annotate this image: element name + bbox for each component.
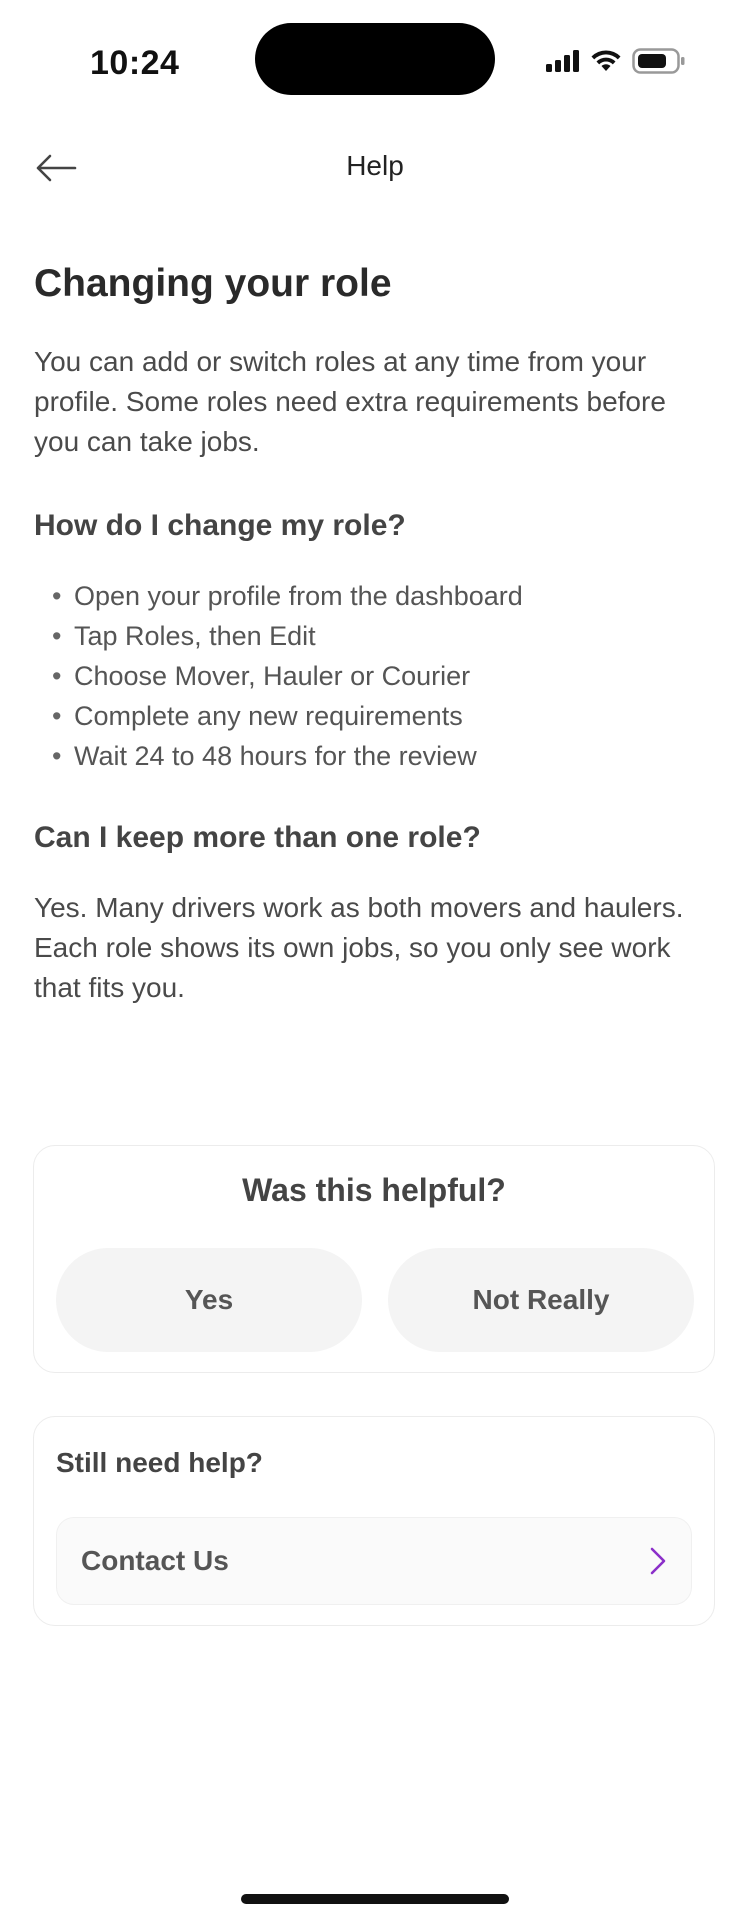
list-item: Open your profile from the dashboard xyxy=(52,576,718,616)
not-really-button[interactable]: Not Really xyxy=(388,1248,694,1352)
help-article: Changing your role You can add or switch… xyxy=(34,260,718,1008)
help-card-title: Still need help? xyxy=(56,1447,263,1478)
still-need-help-card: Still need help? Contact Us xyxy=(33,1416,715,1626)
dynamic-island xyxy=(255,23,495,95)
battery-icon xyxy=(632,48,685,74)
page-title: Help xyxy=(346,150,404,181)
contact-us-button[interactable]: Contact Us xyxy=(56,1517,692,1605)
list-item: Wait 24 to 48 hours for the review xyxy=(52,736,718,776)
section-heading-multiple-roles: Can I keep more than one role? xyxy=(34,821,481,854)
status-bar: 10:24 xyxy=(0,0,750,120)
list-item: Tap Roles, then Edit xyxy=(52,616,718,656)
top-nav-bar: Help xyxy=(0,130,750,206)
feedback-card: Was this helpful? Yes Not Really xyxy=(33,1145,715,1373)
wifi-icon xyxy=(591,50,621,71)
steps-list: Open your profile from the dashboard Tap… xyxy=(34,576,718,776)
cellular-signal-icon xyxy=(546,50,579,72)
home-indicator xyxy=(241,1894,509,1904)
status-time: 10:24 xyxy=(90,44,180,82)
article-title: Changing your role xyxy=(34,262,392,305)
status-icons xyxy=(546,48,686,74)
contact-us-label: Contact Us xyxy=(81,1545,229,1576)
yes-button[interactable]: Yes xyxy=(56,1248,362,1352)
feedback-title: Was this helpful? xyxy=(242,1172,506,1208)
article-intro: You can add or switch roles at any time … xyxy=(34,346,666,457)
chevron-right-icon xyxy=(650,1547,666,1575)
list-item: Complete any new requirements xyxy=(52,696,718,736)
section-heading-change-role: How do I change my role? xyxy=(34,509,406,542)
list-item: Choose Mover, Hauler or Courier xyxy=(52,656,718,696)
section-answer: Yes. Many drivers work as both movers an… xyxy=(34,892,684,1003)
